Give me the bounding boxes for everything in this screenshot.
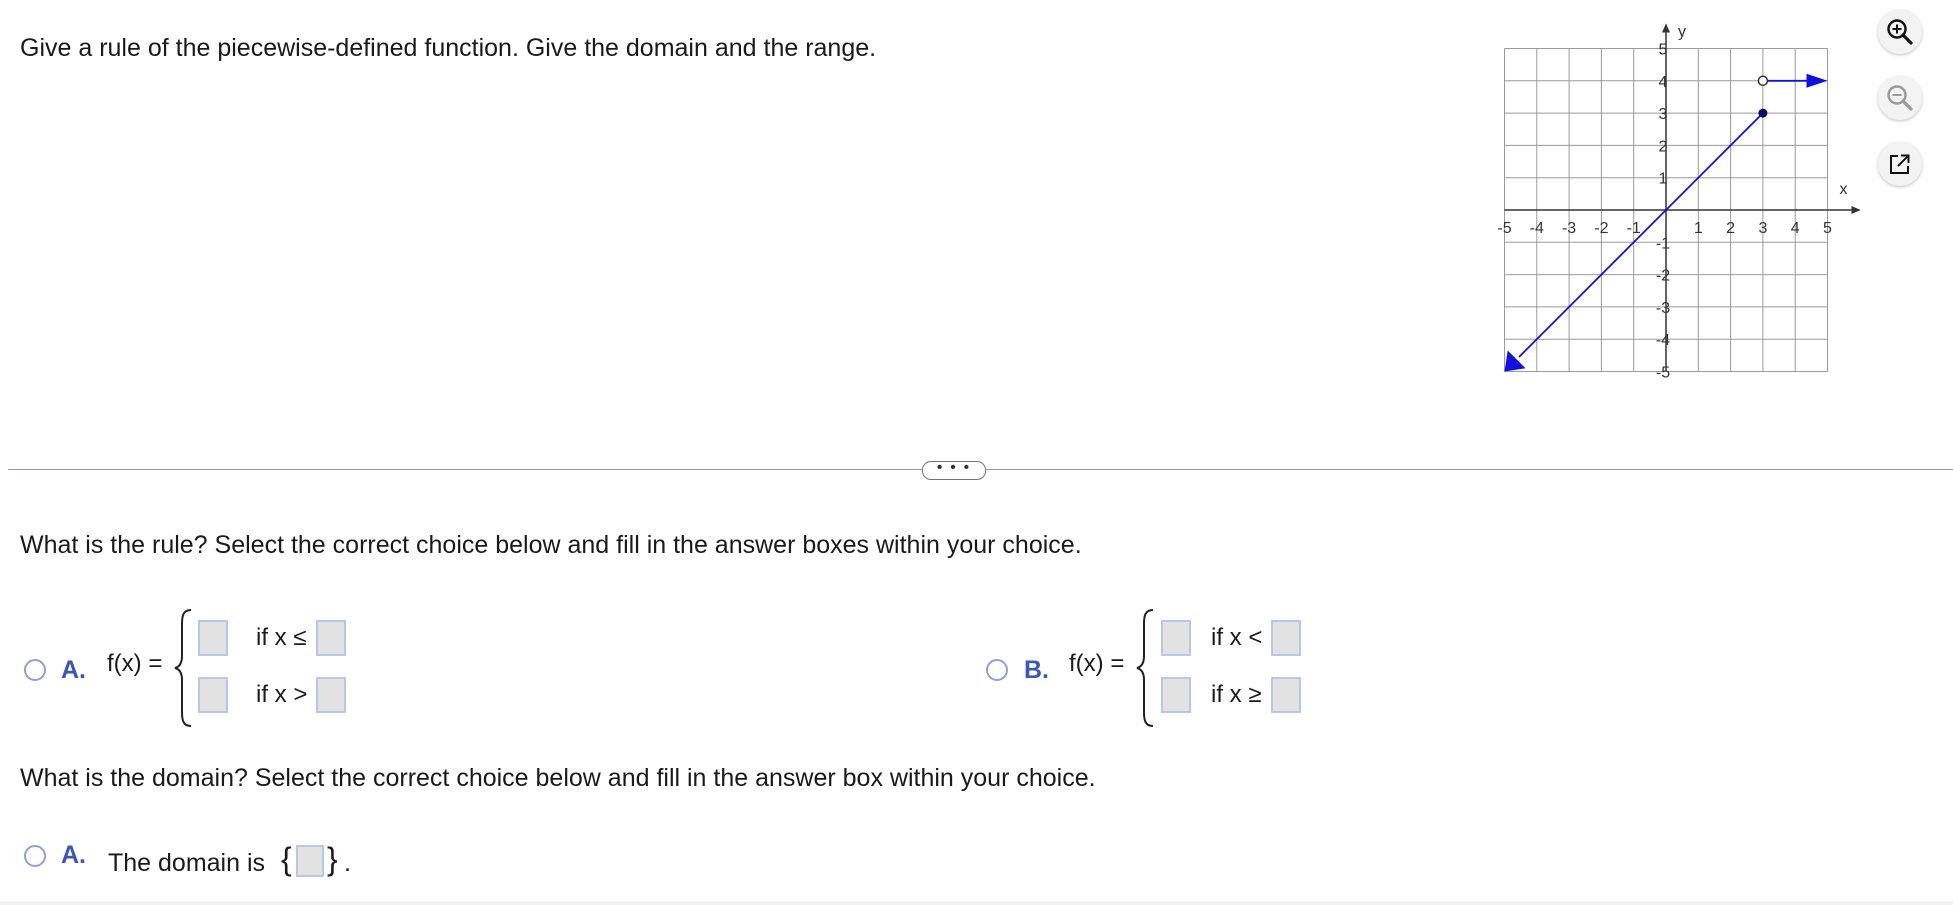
x-tick-label: 2 xyxy=(1726,220,1735,237)
open-circle xyxy=(1757,75,1769,87)
rule-a-cond-1-label: if x ≤ xyxy=(256,624,307,651)
rule-a-bound-1-input[interactable] xyxy=(316,620,346,656)
rule-a-expr-1-input[interactable] xyxy=(198,620,228,656)
domain-close-brace: } xyxy=(327,841,338,877)
expand-more-button[interactable]: • • • xyxy=(922,460,986,480)
function-graph: x y -5 -4 -3 -2 -1 1 2 3 4 5 5 4 3 2 1 -1 -2 -3 -4 -5 xyxy=(1497,23,1861,382)
zoom-out-button[interactable] xyxy=(1878,76,1922,120)
zoom-out-icon xyxy=(1887,85,1913,111)
x-tick-label: -3 xyxy=(1562,220,1576,237)
x-tick-label: 1 xyxy=(1694,220,1703,237)
closed-dot xyxy=(1758,108,1768,118)
y-tick-label: -2 xyxy=(1656,268,1670,285)
y-tick-label: -1 xyxy=(1656,235,1670,252)
segment-2-arrowhead xyxy=(1806,73,1828,88)
question-prompt: Give a rule of the piecewise-defined fun… xyxy=(20,34,877,62)
y-tick-label: 2 xyxy=(1659,138,1668,155)
rule-choice-a-letter: A. xyxy=(61,656,86,684)
domain-open-brace: { xyxy=(281,841,292,877)
x-tick-label: -5 xyxy=(1497,220,1511,237)
zoom-in-button[interactable] xyxy=(1878,10,1922,54)
rule-b-bound-1-input[interactable] xyxy=(1271,620,1301,656)
rule-a-bound-2-input[interactable] xyxy=(316,677,346,713)
y-axis-label: y xyxy=(1678,24,1686,41)
domain-period: . xyxy=(344,849,351,877)
domain-choice-a-letter: A. xyxy=(61,841,86,869)
zoom-in-icon xyxy=(1887,19,1913,45)
rule-a-cond-2-label: if x > xyxy=(256,681,308,708)
rule-choice-b-brace xyxy=(1136,609,1154,727)
rule-b-cond-2-label: if x ≥ xyxy=(1211,681,1262,708)
rule-b-cond-1-label: if x < xyxy=(1211,624,1263,651)
x-tick-label: -4 xyxy=(1530,220,1544,237)
y-tick-label: -5 xyxy=(1656,365,1670,382)
rule-b-bound-2-input[interactable] xyxy=(1271,677,1301,713)
rule-prompt: What is the rule? Select the correct cho… xyxy=(20,531,1082,559)
rule-choice-b-radio[interactable] xyxy=(986,659,1008,681)
y-tick-label: 1 xyxy=(1659,171,1668,188)
popout-icon xyxy=(1890,154,1910,174)
y-tick-label: 4 xyxy=(1659,74,1668,91)
x-axis-label: x xyxy=(1840,181,1848,198)
y-tick-label: -4 xyxy=(1656,332,1670,349)
domain-choice-a-text: The domain is xyxy=(108,849,266,877)
y-tick-label: 5 xyxy=(1659,42,1668,59)
y-tick-label: 3 xyxy=(1659,106,1668,123)
rule-a-expr-2-input[interactable] xyxy=(198,677,228,713)
y-tick-label: -3 xyxy=(1656,300,1670,317)
domain-input[interactable] xyxy=(296,845,324,877)
rule-b-expr-2-input[interactable] xyxy=(1161,677,1191,713)
rule-b-expr-1-input[interactable] xyxy=(1161,620,1191,656)
popout-button[interactable] xyxy=(1878,142,1922,186)
rule-choice-b-function: f(x) = xyxy=(1069,650,1125,677)
rule-choice-a-function: f(x) = xyxy=(107,650,163,677)
rule-choice-a-brace xyxy=(174,609,192,727)
rule-choice-b-letter: B. xyxy=(1024,656,1049,684)
bottom-strip xyxy=(0,901,1953,905)
x-tick-label: -2 xyxy=(1594,220,1608,237)
x-tick-label: 5 xyxy=(1823,220,1832,237)
domain-prompt: What is the domain? Select the correct c… xyxy=(20,764,1096,792)
domain-choice-a-radio[interactable] xyxy=(24,845,46,867)
x-tick-label: 4 xyxy=(1791,220,1800,237)
x-tick-label: 3 xyxy=(1758,220,1767,237)
rule-choice-a-radio[interactable] xyxy=(24,659,46,681)
x-tick-label: -1 xyxy=(1627,220,1641,237)
